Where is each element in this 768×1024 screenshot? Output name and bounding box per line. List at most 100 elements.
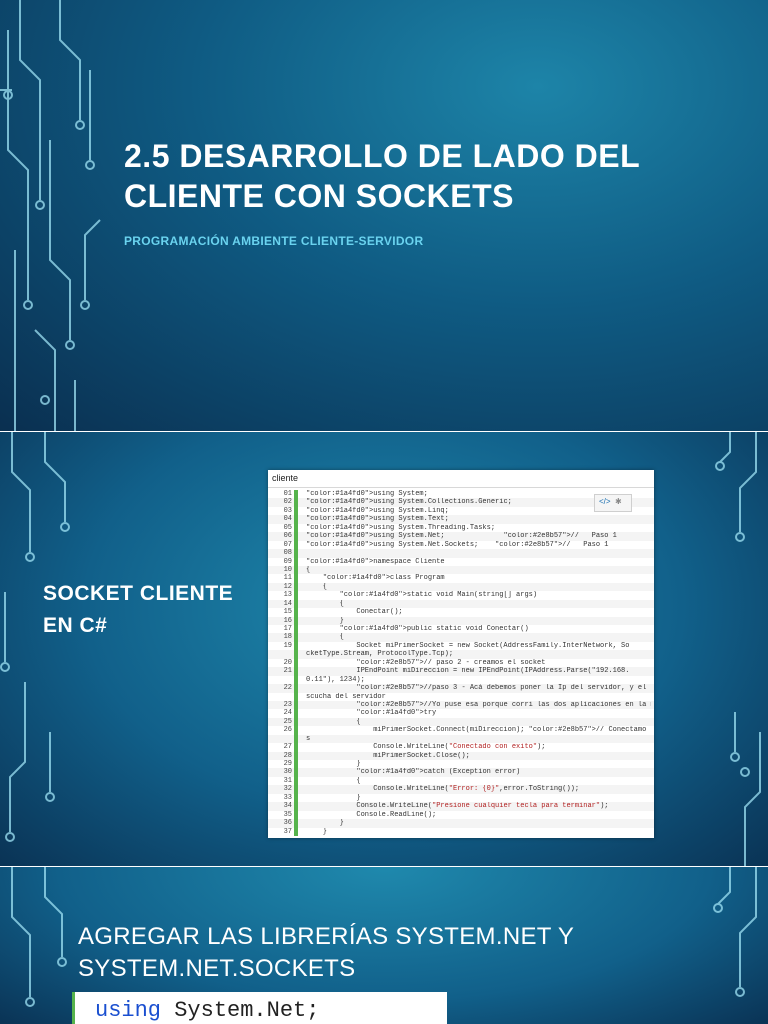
code-text: "color:#1a4fd0">public static void Conec…: [339, 625, 529, 633]
line-number: 19: [283, 641, 292, 650]
code-header: cliente: [272, 473, 299, 483]
code-line: 09 "color:#1a4fd0">namespace Cliente: [268, 557, 654, 566]
code-text: System.Net;: [161, 998, 320, 1023]
code-gutter: [294, 490, 298, 499]
code-line: 37 }: [268, 827, 654, 836]
code-text: "color:#2e8b57">// paso 2 - creamos el s…: [356, 658, 546, 667]
line-number: 23: [283, 700, 292, 709]
line-number: 36: [283, 819, 292, 828]
code-gutter: [294, 709, 298, 718]
view-source-icon: </>: [599, 497, 611, 506]
code-text: miPrimerSocket.Connect(miDireccion); "co…: [306, 726, 647, 735]
code-text: "color:#1a4fd0">try: [356, 709, 437, 718]
code-line: 28 miPrimerSocket.Close();: [268, 751, 654, 760]
code-line: 16 }: [268, 616, 654, 625]
code-text: Conectar();: [306, 608, 403, 617]
code-text: scucha del servidor: [306, 692, 386, 701]
line-number: 02: [283, 498, 292, 507]
line-number: 21: [283, 667, 292, 676]
code-gutter: [294, 743, 298, 752]
line-number: 31: [283, 776, 292, 785]
code-text: }: [306, 827, 328, 836]
code-text: s: [306, 734, 311, 743]
code-lines: 01 "color:#1a4fd0">using System; 02 "color:…: [268, 490, 654, 836]
code-line: 17 "color:#1a4fd0">public static void Co…: [268, 625, 654, 634]
code-line: 23 "color:#2e8b57">//Yo puse esa porque …: [268, 700, 654, 710]
code-line: 13 "color:#1a4fd0">static void Main(stri…: [268, 591, 654, 600]
code-line: 05 "color:#1a4fd0">using System.Threading…: [268, 523, 654, 533]
line-number: 32: [283, 785, 292, 794]
code-line: scucha del servidor: [268, 692, 654, 701]
code-gutter: [294, 827, 298, 836]
code-gutter: [294, 700, 298, 710]
code-gutter: [294, 675, 298, 685]
line-number: 22: [283, 684, 292, 693]
code-gutter: [294, 776, 298, 786]
line-number: 04: [283, 515, 292, 524]
line-number: [268, 693, 294, 701]
libraries-slide: AGREGAR LAS LIBRERÍAS SYSTEM.NET Y SYSTE…: [0, 867, 768, 1024]
code-line: s: [268, 734, 654, 744]
code-text: "color:#2e8b57">//Yo puse esa porque cor…: [356, 700, 651, 709]
code-gutter: [294, 582, 298, 592]
code-text: "color:#1a4fd0">static void Main(string[…: [339, 591, 538, 600]
code-text: Console.WriteLine("Error: {0}",error.ToS…: [306, 785, 580, 794]
code-header-divider: [268, 487, 654, 488]
code-gutter: [294, 684, 298, 693]
code-gutter: [294, 692, 298, 701]
code-gutter: [294, 625, 298, 634]
line-number: 20: [283, 658, 292, 667]
code-gutter: [294, 734, 298, 744]
slide-title: AGREGAR LAS LIBRERÍAS SYSTEM.NET Y SYSTE…: [78, 923, 574, 982]
line-number: 18: [283, 633, 292, 642]
code-gutter: [294, 557, 298, 566]
code-line: 22 "color:#2e8b57">//paso 3 - Acá debemo…: [268, 684, 654, 693]
line-number: 09: [283, 557, 292, 566]
code-gutter: [294, 574, 298, 583]
code-gutter: [294, 785, 298, 794]
code-line: 34 Console.WriteLine("Presione cualquier…: [268, 802, 654, 811]
code-line: 08: [268, 549, 654, 558]
line-number: [268, 650, 294, 658]
code-gutter: [294, 523, 298, 533]
code-gutter: [294, 768, 298, 777]
code-line: 11 "color:#1a4fd0">class Program: [268, 574, 654, 583]
code-text: "color:#1a4fd0">using System.Text;: [306, 515, 449, 524]
code-line: 20 "color:#2e8b57">// paso 2 - creamos e…: [268, 658, 654, 668]
line-number: 34: [283, 802, 292, 811]
code-text: IPEndPoint miDireccion = new IPEndPoint(…: [306, 667, 630, 676]
line-number: 16: [283, 616, 292, 625]
code-gutter: [294, 793, 298, 803]
code-keyword: using: [95, 998, 162, 1023]
code-gutter: [294, 599, 298, 609]
slide-subtitle: PROGRAMACIÓN AMBIENTE CLIENTE-SERVIDOR: [124, 234, 424, 248]
line-number: 01: [283, 490, 292, 498]
code-text: "color:#1a4fd0">namespace Cliente: [306, 557, 445, 566]
line-number: 27: [283, 743, 292, 752]
code-line: cketType.Stream, ProtocolType.Tcp);: [268, 650, 654, 659]
code-line: 32 Console.WriteLine("Error: {0}",error.…: [268, 785, 654, 794]
code-gutter: [294, 591, 298, 600]
code-text: }: [306, 760, 361, 768]
code-line: 07 "color:#1a4fd0">using System.Net.Socke…: [268, 540, 654, 550]
code-line: using System.Net;: [95, 998, 319, 1023]
code-gutter: [294, 565, 298, 575]
code-gutter: [294, 532, 298, 541]
line-number: 35: [283, 810, 292, 819]
code-gutter: [294, 515, 298, 524]
line-number: 30: [283, 768, 292, 777]
code-line: 0.11"), 1234);: [268, 675, 654, 685]
line-number: [268, 735, 294, 743]
line-number: 28: [283, 751, 292, 760]
code-line: 04 "color:#1a4fd0">using System.Text;: [268, 515, 654, 524]
line-number: 15: [283, 608, 292, 617]
code-text: "color:#1a4fd0">using System.Net.Sockets…: [306, 540, 609, 549]
code-gutter: [294, 717, 298, 727]
line-number: 03: [283, 506, 292, 515]
slide-title: SOCKET CLIENTE EN C#: [43, 582, 234, 637]
code-text: cketType.Stream, ProtocolType.Tcp);: [306, 650, 454, 659]
code-line: 12 {: [268, 582, 654, 592]
line-number: 08: [283, 549, 292, 558]
line-number: 10: [283, 565, 292, 574]
line-number: 33: [283, 793, 292, 802]
